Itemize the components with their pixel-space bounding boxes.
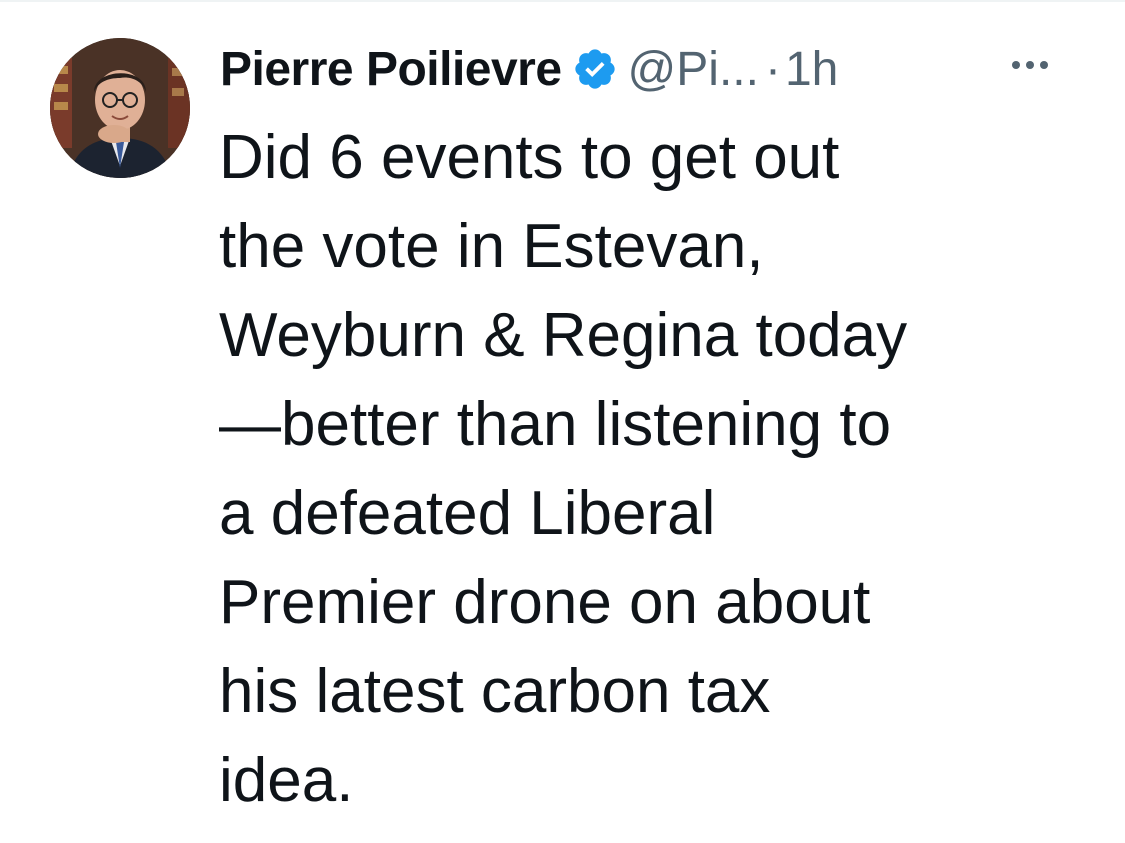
tweet-text-line: a defeated Liberal (219, 479, 716, 548)
author-display-name[interactable]: Pierre Poilievre (220, 42, 562, 97)
avatar-photo (50, 38, 190, 178)
more-options-icon[interactable] (1000, 40, 1060, 90)
tweet-text-line: —better than listening to (219, 390, 892, 459)
author-handle[interactable]: @Pi... (628, 42, 759, 97)
tweet-text-line: Weyburn & Regina today (219, 301, 908, 370)
tweet-text: Did 6 events to get out the vote in Este… (219, 113, 1099, 825)
avatar[interactable] (50, 38, 190, 178)
tweet-text-line: Premier drone on about (219, 568, 871, 637)
tweet-text-line: idea. (219, 746, 354, 815)
tweet-text-line: the vote in Estevan, (219, 212, 764, 281)
tweet-text-line: Did 6 events to get out (219, 123, 840, 192)
top-divider (0, 0, 1125, 2)
tweet-header: Pierre Poilievre @Pi... · 1h (220, 34, 838, 104)
header-separator: · (764, 42, 781, 96)
tweet-timestamp[interactable]: 1h (785, 42, 838, 97)
verified-badge-icon (572, 46, 618, 92)
tweet-text-line: his latest carbon tax (219, 657, 771, 726)
